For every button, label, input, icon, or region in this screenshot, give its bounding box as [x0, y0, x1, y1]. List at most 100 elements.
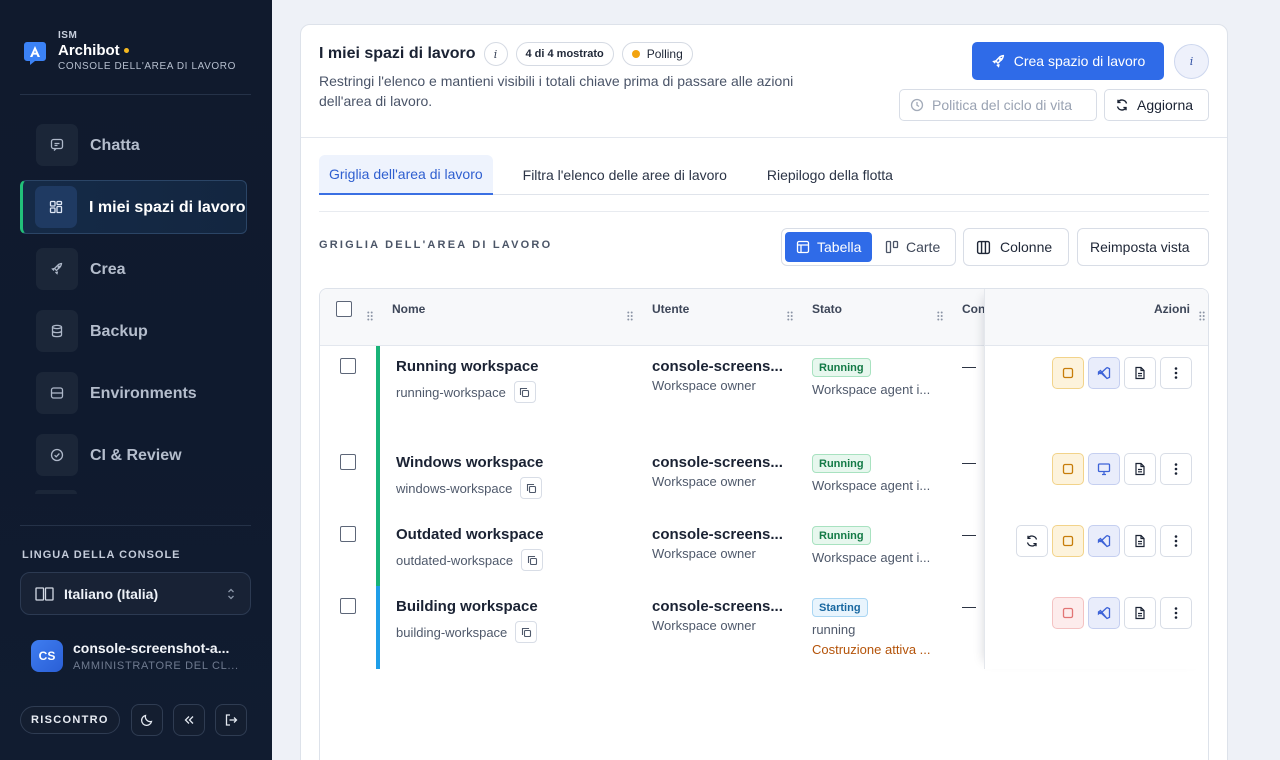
column-header-truncated[interactable]: Con	[962, 302, 985, 316]
copy-icon[interactable]	[515, 621, 538, 643]
column-resize-icon[interactable]	[627, 311, 633, 321]
table-row[interactable]: Building workspace building-workspace co…	[320, 586, 984, 669]
open-vscode-button[interactable]	[1088, 357, 1120, 389]
column-header-user[interactable]: Utente	[652, 302, 689, 316]
drag-handle-icon[interactable]	[367, 311, 373, 321]
refresh-button[interactable]: Aggiorna	[1104, 89, 1209, 121]
row-checkbox[interactable]	[340, 454, 356, 470]
view-logs-button[interactable]	[1124, 357, 1156, 389]
user-name-cell: console-screens...	[652, 598, 783, 615]
header-divider	[301, 137, 1227, 138]
logout-button[interactable]	[215, 704, 247, 736]
copy-icon[interactable]	[513, 381, 536, 403]
sidebar: ISM Archibot CONSOLE DELL'AREA DI LAVORO…	[0, 0, 272, 760]
column-resize-icon[interactable]	[1199, 311, 1205, 321]
view-logs-button[interactable]	[1124, 525, 1156, 557]
column-header-status[interactable]: Stato	[812, 302, 842, 316]
sidebar-item-ci-review[interactable]: CI & Review	[20, 428, 247, 482]
lifecycle-policy-button[interactable]: Politica del ciclo di vita	[899, 89, 1097, 121]
actions-header: Azioni	[985, 289, 1208, 346]
sidebar-item-label: Chatta	[90, 136, 140, 154]
feedback-button[interactable]: RISCONTRO	[20, 706, 120, 734]
polling-dot-icon	[631, 50, 640, 58]
table-row[interactable]: Windows workspace windows-workspace cons…	[320, 442, 984, 514]
more-actions-button[interactable]	[1160, 453, 1192, 485]
user-name-cell: console-screens...	[652, 526, 783, 543]
polling-chip: Polling	[621, 42, 693, 66]
row-checkbox[interactable]	[340, 358, 356, 374]
column-resize-icon[interactable]	[787, 311, 793, 321]
stop-workspace-button[interactable]	[1052, 357, 1084, 389]
brand-subtitle: CONSOLE DELL'AREA DI LAVORO	[58, 61, 236, 72]
view-table-label: Tabella	[817, 239, 862, 255]
workspace-name[interactable]: Windows workspace	[396, 454, 543, 471]
stop-workspace-button[interactable]	[1052, 453, 1084, 485]
status-detail: Workspace agent i...	[812, 478, 931, 493]
theme-toggle-button[interactable]	[131, 704, 163, 736]
workspace-name[interactable]: Building workspace	[396, 598, 538, 615]
brand[interactable]: ISM Archibot CONSOLE DELL'AREA DI LAVORO	[22, 30, 236, 72]
help-info-button[interactable]: i	[1174, 44, 1209, 79]
cards-icon	[885, 240, 899, 254]
copy-icon[interactable]	[521, 549, 544, 571]
sidebar-item-environments[interactable]: Environments	[20, 366, 247, 420]
column-header-name[interactable]: Nome	[392, 302, 425, 316]
user-profile[interactable]: CS console-screenshot-a... AMMINISTRATOR…	[31, 640, 243, 672]
chat-icon	[36, 124, 78, 166]
sidebar-item-chat[interactable]: Chatta	[20, 118, 247, 172]
sidebar-item-create[interactable]: Crea	[20, 242, 247, 296]
collapse-sidebar-button[interactable]	[173, 704, 205, 736]
view-tabs: Griglia dell'area di lavoro Filtra l'ele…	[319, 155, 1209, 195]
archibot-logo-icon	[24, 42, 46, 65]
stop-workspace-button[interactable]	[1052, 525, 1084, 557]
sidebar-item-label: Environments	[90, 384, 197, 402]
view-table-button[interactable]: Tabella	[785, 232, 873, 262]
columns-button[interactable]: Colonne	[963, 228, 1069, 266]
chevrons-left-icon	[184, 716, 194, 724]
table-row[interactable]: Running workspace running-workspace cons…	[320, 346, 984, 442]
tab-workspace-grid[interactable]: Griglia dell'area di lavoro	[319, 155, 493, 195]
row-status-accent	[376, 442, 380, 514]
update-workspace-button[interactable]	[1016, 525, 1048, 557]
user-name-cell: console-screens...	[652, 454, 783, 471]
open-vscode-button[interactable]	[1088, 525, 1120, 557]
workspace-name[interactable]: Outdated workspace	[396, 526, 544, 543]
status-badge: Starting	[812, 598, 868, 617]
workspace-slug-text: windows-workspace	[396, 480, 513, 496]
row-checkbox[interactable]	[340, 526, 356, 542]
language-select[interactable]: Italiano (Italia)	[20, 572, 251, 615]
open-remote-desktop-button[interactable]	[1088, 453, 1120, 485]
workspace-name[interactable]: Running workspace	[396, 358, 539, 375]
tab-fleet-summary[interactable]: Riepilogo della flotta	[757, 155, 903, 195]
more-actions-button[interactable]	[1160, 597, 1192, 629]
column-resize-icon[interactable]	[937, 311, 943, 321]
row-checkbox[interactable]	[340, 598, 356, 614]
page-description: Restringi l'elenco e mantieni visibili i…	[319, 73, 794, 109]
table-row[interactable]: Outdated workspace outdated-workspace co…	[320, 514, 984, 586]
user-role-cell: Workspace owner	[652, 378, 756, 393]
tab-filter-list[interactable]: Filtra l'elenco delle aree di lavoro	[513, 155, 737, 195]
copy-icon[interactable]	[520, 477, 543, 499]
open-vscode-button[interactable]	[1088, 597, 1120, 629]
row-status-accent	[376, 346, 380, 442]
sidebar-item-backup[interactable]: Backup	[20, 304, 247, 358]
more-actions-button[interactable]	[1160, 357, 1192, 389]
create-workspace-button[interactable]: Crea spazio di lavoro	[972, 42, 1164, 80]
status-detail: running	[812, 622, 856, 637]
column-header-actions: Azioni	[1154, 302, 1190, 316]
select-all-checkbox[interactable]	[336, 301, 352, 317]
stop-workspace-button[interactable]	[1052, 597, 1084, 629]
vscode-icon	[1097, 534, 1111, 548]
truncated-cell: —	[962, 526, 976, 542]
more-actions-button[interactable]	[1160, 525, 1192, 557]
reset-view-button[interactable]: Reimposta vista	[1077, 228, 1209, 266]
more-vertical-icon	[1174, 607, 1178, 619]
check-circle-icon	[36, 434, 78, 476]
view-cards-button[interactable]: Carte	[874, 232, 951, 262]
brand-name: Archibot	[58, 42, 120, 59]
info-icon[interactable]: i	[483, 42, 508, 66]
refresh-icon	[1026, 535, 1038, 547]
sidebar-item-workspaces[interactable]: I miei spazi di lavoro	[20, 180, 247, 234]
view-logs-button[interactable]	[1124, 453, 1156, 485]
view-logs-button[interactable]	[1124, 597, 1156, 629]
